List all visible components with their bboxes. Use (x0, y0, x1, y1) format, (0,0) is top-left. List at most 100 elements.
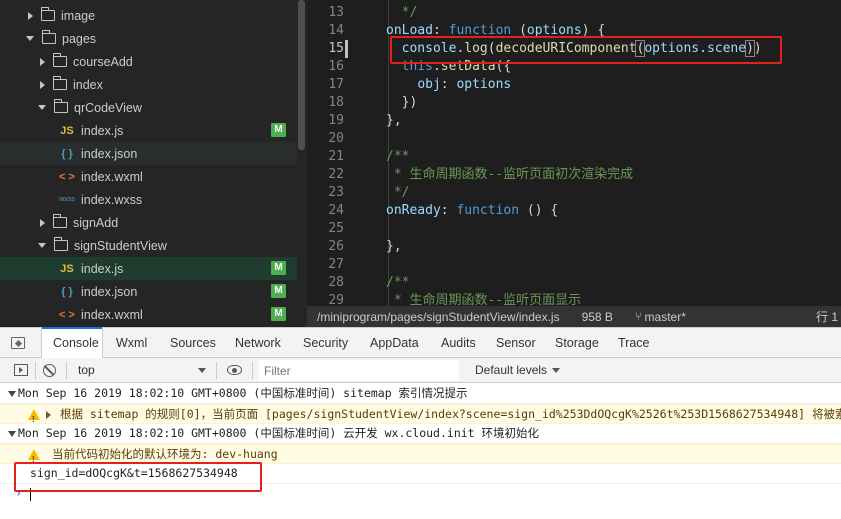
git-modified-badge: M (271, 284, 286, 298)
code-text: }, (386, 239, 402, 254)
line-number: 29 (328, 293, 344, 306)
console-warning[interactable]: 当前代码初始化的默认环境为: dev-huang (0, 444, 841, 464)
tab-appdata[interactable]: AppData (370, 328, 419, 358)
tab-storage[interactable]: Storage (555, 328, 599, 358)
console-prompt[interactable]: › (0, 484, 841, 504)
status-file-size: 958 B (581, 309, 613, 324)
line-number: 23 (328, 185, 344, 200)
code-line[interactable]: 18 }) (307, 94, 841, 112)
line-number: 24 (328, 203, 344, 218)
status-bar: /miniprogram/pages/signStudentView/index… (307, 306, 841, 327)
chevron-right-icon[interactable] (28, 11, 33, 20)
code-line[interactable]: 21 /** (307, 148, 841, 166)
prompt-chevron-icon: › (15, 486, 23, 500)
console-group-text: Mon Sep 16 2019 18:02:10 GMT+0800 (中国标准时… (18, 386, 468, 400)
show-sidebar-icon[interactable] (14, 364, 28, 376)
tab-audits[interactable]: Audits (441, 328, 476, 358)
code-line[interactable]: 24 onReady: function () { (307, 202, 841, 220)
expand-triangle-icon[interactable] (46, 411, 51, 419)
code-line[interactable]: 25 (307, 220, 841, 238)
toolbar-divider (252, 362, 253, 379)
context-selector[interactable]: top (72, 361, 210, 380)
explorer-file[interactable]: { } index.json M (0, 280, 297, 303)
clear-console-icon[interactable] (43, 364, 56, 377)
tab-sensor[interactable]: Sensor (496, 328, 536, 358)
code-line[interactable]: 17 obj: options (307, 76, 841, 94)
explorer-file[interactable]: JS index.js M (0, 119, 297, 142)
tab-console[interactable]: Console (41, 327, 103, 359)
explorer-folder[interactable]: courseAdd (0, 50, 297, 73)
code-text: console.log(decodeURIComponent(options.s… (401, 40, 762, 57)
explorer-file[interactable]: JS index.js M (0, 257, 297, 280)
explorer-folder[interactable]: signStudentView (0, 234, 297, 257)
toolbar-divider (216, 362, 217, 379)
tab-trace[interactable]: Trace (618, 328, 650, 358)
line-number: 16 (328, 59, 344, 74)
console-warning[interactable]: 根据 sitemap 的规则[0]，当前页面 [pages/signStuden… (0, 404, 841, 424)
code-line[interactable]: 19}, (307, 112, 841, 130)
chevron-down-icon[interactable] (26, 36, 34, 41)
git-branch-icon: ⑂ (634, 310, 642, 323)
explorer-file[interactable]: wxss index.wxss (0, 188, 297, 211)
code-line[interactable]: 29 * 生命周期函数--监听页面显示 (307, 292, 841, 306)
line-number: 13 (328, 5, 344, 20)
folder-open-icon (54, 99, 68, 113)
explorer-folder[interactable]: qrCodeView (0, 96, 297, 119)
tab-network[interactable]: Network (235, 328, 281, 358)
line-number: 20 (328, 131, 344, 146)
code-line[interactable]: 28 /** (307, 274, 841, 292)
code-line[interactable]: 14 onLoad: function (options) { (307, 22, 841, 40)
code-line[interactable]: 26}, (307, 238, 841, 256)
code-line[interactable]: 13 */ (307, 4, 841, 22)
line-number: 19 (328, 113, 344, 128)
explorer-file[interactable]: { } index.json (0, 142, 297, 165)
console-log-message[interactable]: sign_id=dOQcgK&t=1568627534948 (0, 464, 841, 484)
explorer-item-label: index.json (81, 146, 138, 161)
expand-triangle-icon[interactable] (8, 391, 16, 397)
tab-security[interactable]: Security (303, 328, 348, 358)
code-line[interactable]: 15 console.log(decodeURIComponent(option… (307, 40, 841, 58)
explorer-item-label: image (61, 8, 96, 23)
explorer-folder[interactable]: pages (0, 27, 297, 50)
folder-open-icon (54, 237, 68, 251)
log-levels-dropdown[interactable]: Default levels (475, 361, 547, 380)
inspect-element-icon[interactable] (11, 337, 25, 349)
explorer-file[interactable]: < > index.wxml (0, 165, 297, 188)
console-group-header[interactable]: Mon Sep 16 2019 18:02:10 GMT+0800 (中国标准时… (0, 424, 841, 444)
folder-icon (53, 76, 67, 90)
explorer-folder[interactable]: index (0, 73, 297, 96)
explorer-file[interactable]: < > index.wxml M (0, 303, 297, 326)
expand-triangle-icon[interactable] (8, 431, 16, 437)
chevron-right-icon[interactable] (40, 218, 45, 227)
explorer-item-label: signStudentView (74, 238, 167, 253)
chevron-right-icon[interactable] (40, 80, 45, 89)
console-group-header[interactable]: Mon Sep 16 2019 18:02:10 GMT+0800 (中国标准时… (0, 384, 841, 404)
code-text: * 生命周期函数--监听页面显示 (386, 293, 582, 306)
toolbar-divider (35, 362, 36, 379)
console-filter-input[interactable] (259, 360, 459, 381)
status-git-branch[interactable]: master* (645, 310, 686, 324)
tab-wxml[interactable]: Wxml (116, 328, 147, 358)
warning-icon (28, 409, 40, 423)
code-line[interactable]: 22 * 生命周期函数--监听页面初次渲染完成 (307, 166, 841, 184)
explorer-folder[interactable]: image (0, 4, 297, 27)
code-line[interactable]: 20 (307, 130, 841, 148)
text-caret (30, 488, 31, 501)
code-line[interactable]: 16 this.setData({ (307, 58, 841, 76)
chevron-right-icon[interactable] (40, 57, 45, 66)
code-line[interactable]: 23 */ (307, 184, 841, 202)
tab-sources[interactable]: Sources (170, 328, 216, 358)
status-cursor-position[interactable]: 行 1 (816, 308, 838, 325)
folder-icon (53, 53, 67, 67)
explorer-folder[interactable]: signAdd (0, 211, 297, 234)
live-expression-eye-icon[interactable] (227, 365, 242, 375)
code-line[interactable]: 27 (307, 256, 841, 274)
explorer-scrollbar-thumb[interactable] (298, 0, 305, 150)
chevron-down-icon[interactable] (38, 243, 46, 248)
line-number: 17 (328, 77, 344, 92)
code-editor[interactable]: 13 */14 onLoad: function (options) {15 co… (307, 0, 841, 306)
status-file-path: /miniprogram/pages/signStudentView/index… (317, 309, 560, 324)
chevron-down-icon[interactable] (38, 105, 46, 110)
code-text: * 生命周期函数--监听页面初次渲染完成 (386, 167, 634, 182)
line-number: 18 (328, 95, 344, 110)
